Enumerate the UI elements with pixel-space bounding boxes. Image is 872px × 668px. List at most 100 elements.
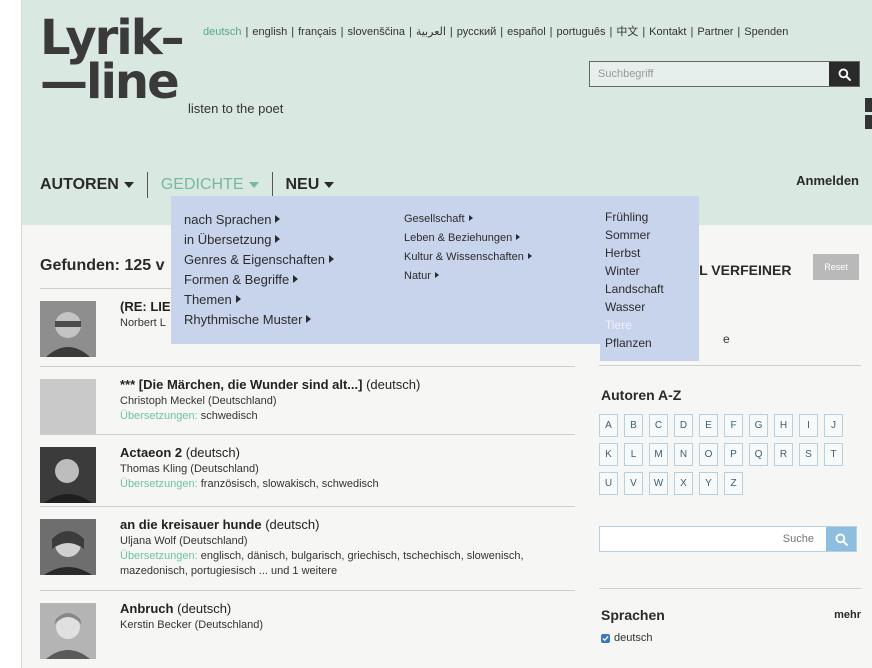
dropdown-menu-item[interactable]: Herbst <box>605 244 664 262</box>
divider <box>599 588 861 589</box>
letter-filter-button[interactable]: X <box>674 472 693 495</box>
letter-filter-button[interactable]: I <box>799 414 818 437</box>
dropdown-menu-item[interactable]: Genres & Eigenschaften <box>184 250 334 270</box>
search-input[interactable] <box>590 62 826 86</box>
language-link[interactable]: português <box>553 26 610 38</box>
letter-filter-button[interactable]: H <box>774 414 793 437</box>
letter-filter-button[interactable]: K <box>599 443 618 466</box>
language-link[interactable]: deutsch <box>199 26 246 38</box>
dropdown-menu-item[interactable]: Pflanzen <box>605 334 664 352</box>
letter-filter-button[interactable]: Q <box>749 443 768 466</box>
nav-gedichte[interactable]: GEDICHTE <box>161 176 259 194</box>
dropdown-menu-item[interactable]: Sommer <box>605 226 664 244</box>
list-item[interactable]: Actaeon 2 (deutsch) Thomas Kling (Deutsc… <box>40 434 575 506</box>
checkbox-checked-icon[interactable] <box>601 633 610 643</box>
poem-title[interactable]: *** [Die Märchen, die Wunder sind alt...… <box>120 377 575 392</box>
letter-filter-button[interactable]: N <box>674 443 693 466</box>
poem-title[interactable]: Anbruch (deutsch) <box>120 601 575 616</box>
facebook-icon[interactable] <box>865 98 872 112</box>
poem-title[interactable]: an die kreisauer hunde (deutsch) <box>120 517 575 532</box>
letter-filter-button[interactable]: R <box>774 443 793 466</box>
poem-author[interactable]: Kerstin Becker (Deutschland) <box>120 619 575 631</box>
letter-filter-button[interactable]: W <box>649 472 668 495</box>
author-photo[interactable] <box>40 519 96 575</box>
nav-autoren[interactable]: AUTOREN <box>40 176 134 194</box>
reset-button[interactable]: Reset <box>813 254 859 280</box>
list-item[interactable]: Anbruch (deutsch) Kerstin Becker (Deutsc… <box>40 590 575 662</box>
nav-neu[interactable]: NEU <box>286 176 335 194</box>
login-link[interactable]: Anmelden <box>796 173 859 188</box>
poem-author[interactable]: Thomas Kling (Deutschland) <box>120 463 575 475</box>
letter-filter-button[interactable]: C <box>649 414 668 437</box>
language-link[interactable]: slovenščina <box>344 26 409 38</box>
dropdown-menu-item[interactable]: nach Sprachen <box>184 210 334 230</box>
dropdown-menu-item[interactable]: Leben & Beziehungen <box>404 229 532 248</box>
poem-title[interactable]: Actaeon 2 (deutsch) <box>120 445 575 460</box>
dropdown-menu-item-label: Winter <box>605 264 640 278</box>
letter-filter-button[interactable]: A <box>599 414 618 437</box>
author-search-input[interactable] <box>600 527 822 551</box>
letter-filter-button[interactable]: O <box>699 443 718 466</box>
letter-filter-button[interactable]: F <box>724 414 743 437</box>
letter-filter-button[interactable]: T <box>824 443 843 466</box>
poem-author[interactable]: Christoph Meckel (Deutschland) <box>120 395 575 407</box>
dropdown-menu-item[interactable]: Natur <box>404 267 532 286</box>
language-link[interactable]: العربية <box>412 26 450 38</box>
chevron-down-icon <box>123 182 134 188</box>
dropdown-menu-item[interactable]: Themen <box>184 290 334 310</box>
author-search-button[interactable] <box>826 527 856 551</box>
search-button[interactable] <box>829 62 859 86</box>
letter-filter-button[interactable]: P <box>724 443 743 466</box>
author-photo[interactable] <box>40 301 96 357</box>
dropdown-menu-item-label: Wasser <box>605 300 646 314</box>
list-item[interactable]: an die kreisauer hunde (deutsch) Uljana … <box>40 506 575 590</box>
letter-filter-button[interactable]: V <box>624 472 643 495</box>
letter-filter-button[interactable]: D <box>674 414 693 437</box>
dropdown-menu-item[interactable]: Frühling <box>605 208 664 226</box>
letter-filter-button[interactable]: G <box>749 414 768 437</box>
dropdown-menu-item[interactable]: Kultur & Wissenschaften <box>404 248 532 267</box>
site-logo[interactable]: Lyrik– —line <box>40 14 185 106</box>
languages-more-link[interactable]: mehr <box>834 609 861 621</box>
letter-filter-button[interactable]: E <box>699 414 718 437</box>
language-link[interactable]: Kontakt <box>645 26 690 38</box>
dropdown-menu-item[interactable]: Wasser <box>605 298 664 316</box>
main-nav: AUTOREN GEDICHTE NEU <box>40 172 335 198</box>
poem-author[interactable]: Uljana Wolf (Deutschland) <box>120 535 575 547</box>
language-link[interactable]: Partner <box>693 26 737 38</box>
dropdown-menu-item[interactable]: Winter <box>605 262 664 280</box>
letter-filter-button[interactable]: Z <box>724 472 743 495</box>
letter-filter-button[interactable]: L <box>624 443 643 466</box>
twitter-icon[interactable] <box>865 115 872 129</box>
chevron-right-icon <box>434 272 439 278</box>
chevron-down-icon <box>248 182 259 188</box>
dropdown-menu-item[interactable]: Gesellschaft <box>404 210 532 229</box>
author-photo[interactable] <box>40 447 96 503</box>
letter-filter-button[interactable]: S <box>799 443 818 466</box>
letter-filter-button[interactable]: U <box>599 472 618 495</box>
author-photo-placeholder[interactable] <box>40 379 96 435</box>
language-filter-option[interactable]: deutsch <box>601 632 653 644</box>
language-link[interactable]: english <box>248 26 291 38</box>
language-link[interactable]: Spenden <box>740 26 792 38</box>
language-link[interactable]: français <box>294 26 341 38</box>
letter-filter-button[interactable]: M <box>649 443 668 466</box>
language-link[interactable]: русский <box>453 26 500 38</box>
author-photo[interactable] <box>40 603 96 659</box>
letter-filter-button[interactable]: J <box>824 414 843 437</box>
page-frame: Lyrik– —line listen to the poet deutsch |… <box>21 0 872 668</box>
authors-az-title: Autoren A-Z <box>601 387 682 403</box>
dropdown-menu-item[interactable]: in Übersetzung <box>184 230 334 250</box>
chevron-right-icon <box>527 253 532 259</box>
dropdown-menu-item[interactable]: Formen & Begriffe <box>184 270 334 290</box>
dropdown-menu-item[interactable]: Tiere <box>605 316 664 334</box>
list-item[interactable]: *** [Die Märchen, die Wunder sind alt...… <box>40 366 575 435</box>
language-link[interactable]: 中文 <box>612 26 642 38</box>
language-link[interactable]: español <box>503 26 550 38</box>
dropdown-menu-item-label: in Übersetzung <box>184 232 272 247</box>
letter-filter-button[interactable]: B <box>624 414 643 437</box>
letter-filter-button[interactable]: Y <box>699 472 718 495</box>
chevron-right-icon <box>468 215 473 221</box>
dropdown-menu-item[interactable]: Rhythmische Muster <box>184 310 334 330</box>
dropdown-menu-item[interactable]: Landschaft <box>605 280 664 298</box>
